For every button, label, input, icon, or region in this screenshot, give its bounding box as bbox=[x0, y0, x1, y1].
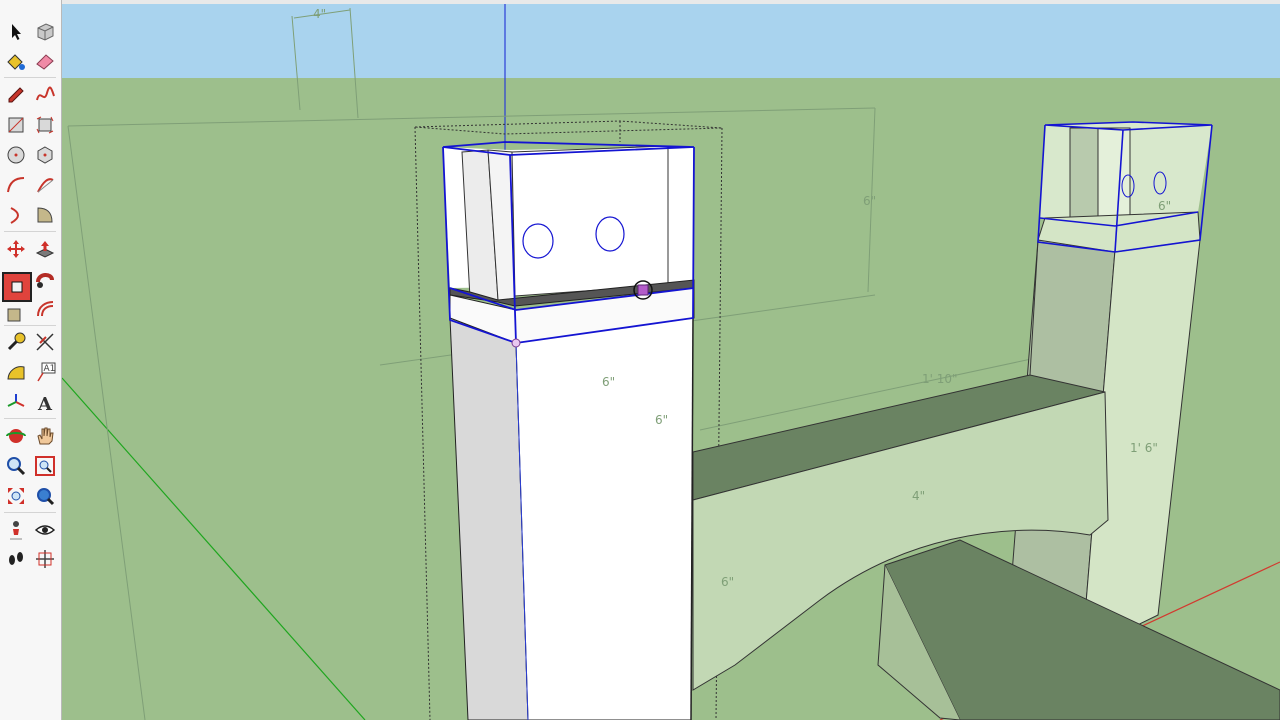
dimension-label: 6" bbox=[721, 575, 734, 589]
offset-tool-button[interactable] bbox=[32, 296, 58, 322]
offset-icon bbox=[37, 301, 54, 317]
rectangle-icon bbox=[8, 117, 24, 133]
scale-tool-button[interactable] bbox=[3, 300, 29, 326]
pie-tool-button[interactable] bbox=[32, 202, 58, 228]
toolbar-separator bbox=[4, 231, 56, 232]
polygon-tool-button[interactable] bbox=[32, 142, 58, 168]
walk-tool-button[interactable] bbox=[3, 546, 29, 572]
dimension-tool-button[interactable] bbox=[32, 329, 58, 355]
three-point-arc-tool-button[interactable] bbox=[3, 202, 29, 228]
tool-palette: A1 A bbox=[0, 0, 62, 720]
protractor-tool-button[interactable] bbox=[3, 359, 29, 385]
toolbar-separator bbox=[4, 77, 56, 78]
three-point-arc-icon bbox=[10, 207, 19, 224]
move-icon bbox=[7, 240, 25, 258]
rotate-icon bbox=[11, 281, 23, 293]
zoom-tool-button[interactable] bbox=[3, 453, 29, 479]
paint-bucket-tool-button[interactable] bbox=[3, 48, 29, 74]
scale-icon bbox=[7, 308, 21, 322]
left-post-top bbox=[442, 141, 695, 344]
follow-me-icon bbox=[36, 273, 54, 288]
3d-text-glyph: A bbox=[37, 394, 53, 413]
dimension-label: 1' 6" bbox=[1130, 441, 1158, 455]
rotated-rectangle-icon bbox=[36, 116, 54, 134]
orbit-tool-button[interactable] bbox=[3, 423, 29, 449]
select-tool-button[interactable] bbox=[3, 19, 29, 45]
polygon-icon bbox=[37, 146, 53, 164]
zoom-window-tool-button[interactable] bbox=[32, 453, 58, 479]
midpoint-marker bbox=[637, 284, 649, 296]
position-camera-icon bbox=[10, 521, 22, 540]
two-point-arc-icon bbox=[37, 178, 54, 193]
tape-measure-icon bbox=[7, 332, 26, 351]
axes-tool-button[interactable] bbox=[3, 389, 29, 415]
pie-icon bbox=[37, 207, 53, 223]
look-around-tool-button[interactable] bbox=[32, 517, 58, 543]
dimension-label: 6" bbox=[863, 194, 876, 208]
freehand-tool-button[interactable] bbox=[32, 82, 58, 108]
arrow-icon bbox=[12, 24, 21, 40]
zoom-extents-icon bbox=[8, 488, 24, 504]
rotated-rectangle-tool-button[interactable] bbox=[32, 112, 58, 138]
paint-bucket-icon bbox=[7, 54, 25, 70]
right-post-top bbox=[1037, 121, 1213, 253]
move-tool-button[interactable] bbox=[3, 236, 29, 262]
section-plane-icon bbox=[36, 550, 54, 568]
previous-view-icon bbox=[37, 488, 55, 506]
footprints-icon bbox=[9, 552, 23, 565]
3d-scene: 4" 6" 6" 6" 1' 10" 6" 1' 6" 4" 6" bbox=[62, 4, 1280, 720]
line-tool-button[interactable] bbox=[3, 82, 29, 108]
toolbar-separator bbox=[4, 418, 56, 419]
circle-icon bbox=[7, 146, 25, 164]
dimension-label: 4" bbox=[313, 7, 326, 21]
eye-icon bbox=[34, 525, 56, 535]
dimension-label: 1' 10" bbox=[922, 372, 958, 386]
hand-icon bbox=[37, 427, 54, 445]
component-icon bbox=[37, 23, 54, 41]
two-point-arc-tool-button[interactable] bbox=[32, 172, 58, 198]
text-tool-glyph: A1 bbox=[44, 364, 56, 374]
pan-tool-button[interactable] bbox=[32, 423, 58, 449]
dimension-label: 6" bbox=[602, 375, 615, 389]
tape-measure-tool-button[interactable] bbox=[3, 329, 29, 355]
section-plane-tool-button[interactable] bbox=[32, 546, 58, 572]
push-pull-tool-button[interactable] bbox=[32, 236, 58, 262]
model-viewport[interactable]: 4" 6" 6" 6" 1' 10" 6" 1' 6" 4" 6" bbox=[62, 4, 1280, 720]
rectangle-tool-button[interactable] bbox=[3, 112, 29, 138]
rotate-tool-button[interactable] bbox=[2, 272, 32, 302]
circle-tool-button[interactable] bbox=[3, 142, 29, 168]
position-camera-tool-button[interactable] bbox=[3, 517, 29, 543]
dimension-icon bbox=[36, 333, 54, 351]
protractor-icon bbox=[7, 366, 25, 380]
dimension-label: 4" bbox=[912, 489, 925, 503]
arc-icon bbox=[7, 177, 25, 193]
freehand-icon bbox=[36, 86, 55, 101]
dimension-label: 6" bbox=[655, 413, 668, 427]
toolbar-separator bbox=[4, 512, 56, 513]
orbit-icon bbox=[6, 429, 26, 443]
endpoint-marker bbox=[511, 338, 521, 348]
push-pull-icon bbox=[35, 241, 55, 258]
toolbar-separator bbox=[4, 325, 56, 326]
eraser-tool-button[interactable] bbox=[32, 48, 58, 74]
sky bbox=[62, 4, 1280, 80]
axes-icon bbox=[7, 394, 25, 407]
make-component-tool-button[interactable] bbox=[32, 19, 58, 45]
dimension-label: 6" bbox=[1158, 199, 1171, 213]
follow-me-tool-button[interactable] bbox=[32, 266, 58, 292]
left-post bbox=[449, 317, 694, 720]
magnifier-icon bbox=[7, 457, 26, 476]
zoom-extents-tool-button[interactable] bbox=[3, 483, 29, 509]
arc-tool-button[interactable] bbox=[3, 172, 29, 198]
text-icon: A1 bbox=[37, 362, 56, 382]
previous-view-tool-button[interactable] bbox=[32, 483, 58, 509]
eraser-icon bbox=[36, 54, 54, 70]
3d-text-tool-button[interactable]: A bbox=[32, 389, 58, 415]
3d-text-icon: A bbox=[37, 394, 53, 413]
pencil-icon bbox=[8, 87, 24, 103]
text-tool-button[interactable]: A1 bbox=[32, 359, 58, 385]
zoom-window-icon bbox=[35, 456, 55, 476]
